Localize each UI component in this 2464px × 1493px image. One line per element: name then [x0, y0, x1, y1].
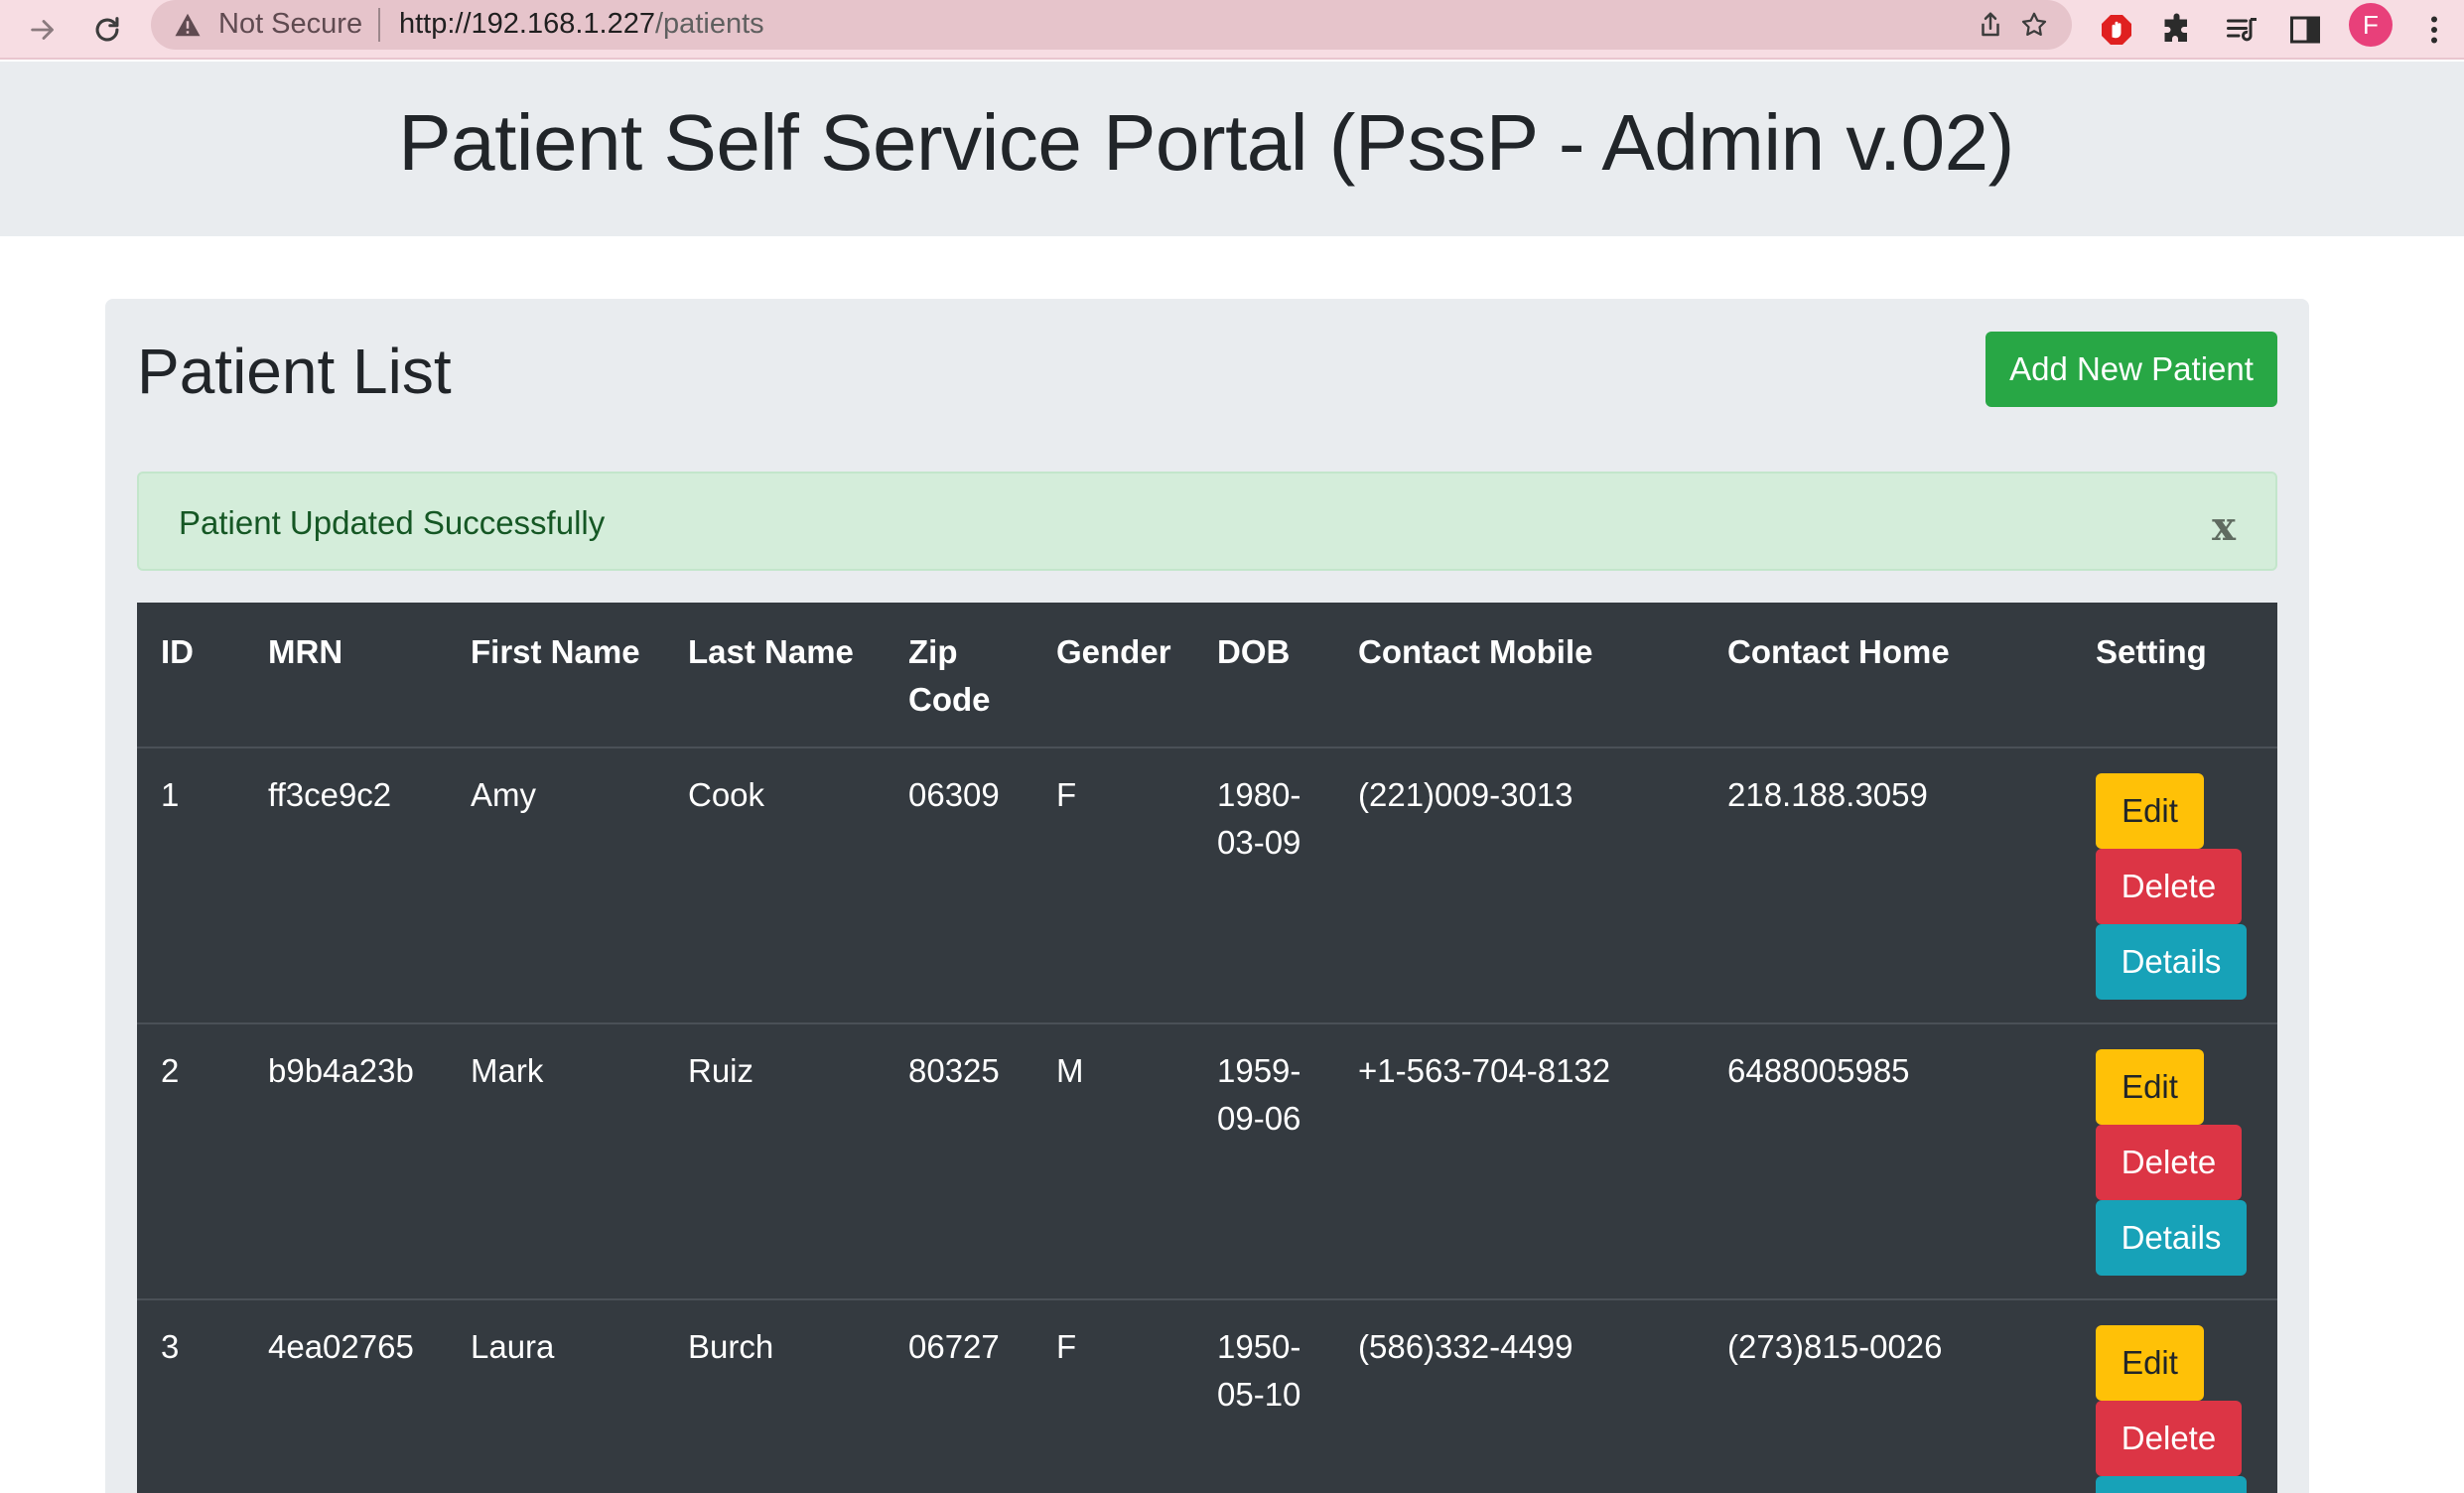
- edit-button[interactable]: Edit: [2096, 773, 2204, 849]
- reload-icon[interactable]: [83, 6, 131, 54]
- warning-icon[interactable]: [173, 10, 203, 40]
- row-divider: [137, 746, 2277, 748]
- patient-list-card: Patient List Add New Patient Patient Upd…: [105, 299, 2309, 1493]
- column-header-zip-line2: Code: [908, 681, 991, 718]
- adblock-icon[interactable]: [2093, 6, 2140, 54]
- details-button[interactable]: Details: [2096, 1200, 2247, 1276]
- cell-mrn: 4ea02765: [268, 1328, 414, 1365]
- cell-dob-line2: 03-09: [1217, 824, 1301, 861]
- cell-dob-line2: 05-10: [1217, 1376, 1301, 1413]
- cell-first-name: Laura: [471, 1328, 555, 1365]
- delete-button[interactable]: Delete: [2096, 1125, 2242, 1200]
- star-icon[interactable]: [2015, 6, 2053, 44]
- cell-contact-home: (273)815-0026: [1727, 1328, 1943, 1365]
- cell-zip: 80325: [908, 1052, 1000, 1089]
- patients-table: ID MRN First Name Last Name Zip Code Gen…: [137, 603, 2277, 1493]
- cell-first-name: Mark: [471, 1052, 544, 1089]
- cell-id: 2: [161, 1052, 180, 1089]
- url-host: http://192.168.1.227: [399, 8, 655, 40]
- card-heading: Patient List: [137, 336, 452, 407]
- column-header-setting: Setting: [2096, 633, 2207, 670]
- edit-button[interactable]: Edit: [2096, 1049, 2204, 1125]
- column-header-last-name: Last Name: [688, 633, 854, 670]
- cell-contact-home: 218.188.3059: [1727, 776, 1928, 813]
- cell-first-name: Amy: [471, 776, 536, 813]
- cell-dob-line2: 09-06: [1217, 1100, 1301, 1137]
- share-icon[interactable]: [1972, 6, 2009, 44]
- alert-message: Patient Updated Successfully: [179, 504, 606, 541]
- column-header-gender: Gender: [1056, 633, 1171, 670]
- cell-mrn: b9b4a23b: [268, 1052, 414, 1089]
- cell-mrn: ff3ce9c2: [268, 776, 392, 813]
- alert-close-button[interactable]: x: [2212, 503, 2236, 550]
- cell-gender: F: [1056, 776, 1077, 813]
- column-header-first-name: First Name: [471, 633, 640, 670]
- page-title: Patient Self Service Portal (PssP - Admi…: [398, 98, 2014, 187]
- reading-list-icon[interactable]: [2218, 6, 2265, 54]
- security-status-label[interactable]: Not Secure: [218, 8, 362, 41]
- delete-button[interactable]: Delete: [2096, 1401, 2242, 1476]
- url-text[interactable]: http://192.168.1.227/patients: [399, 8, 764, 41]
- cell-dob-line1: 1959-: [1217, 1052, 1301, 1089]
- success-alert: Patient Updated Successfully x: [137, 472, 2277, 571]
- forward-arrow-icon[interactable]: [20, 6, 68, 54]
- column-header-mrn: MRN: [268, 633, 343, 670]
- cell-zip: 06309: [908, 776, 1000, 813]
- cell-contact-mobile: (221)009-3013: [1358, 776, 1574, 813]
- cell-dob-line1: 1950-: [1217, 1328, 1301, 1365]
- cell-gender: F: [1056, 1328, 1077, 1365]
- cell-contact-mobile: (586)332-4499: [1358, 1328, 1574, 1365]
- details-button[interactable]: Details: [2096, 1476, 2247, 1493]
- row-divider: [137, 1298, 2277, 1300]
- page-header: Patient Self Service Portal (PssP - Admi…: [0, 62, 2464, 236]
- extensions-puzzle-icon[interactable]: [2154, 6, 2202, 54]
- url-path: /patients: [655, 8, 764, 40]
- column-header-id: ID: [161, 633, 194, 670]
- omnibox-divider: [378, 8, 380, 42]
- cell-zip: 06727: [908, 1328, 1000, 1365]
- cell-contact-mobile: +1-563-704-8132: [1358, 1052, 1611, 1089]
- side-panel-icon[interactable]: [2281, 6, 2329, 54]
- kebab-menu-icon[interactable]: [2410, 6, 2458, 54]
- address-bar[interactable]: Not Secure http://192.168.1.227/patients: [151, 0, 2072, 50]
- cell-id: 3: [161, 1328, 180, 1365]
- edit-button[interactable]: Edit: [2096, 1325, 2204, 1401]
- cell-id: 1: [161, 776, 180, 813]
- cell-last-name: Ruiz: [688, 1052, 754, 1089]
- add-new-patient-button[interactable]: Add New Patient: [1985, 332, 2277, 407]
- cell-last-name: Cook: [688, 776, 765, 813]
- row-divider: [137, 1022, 2277, 1024]
- cell-dob-line1: 1980-: [1217, 776, 1301, 813]
- cell-gender: M: [1056, 1052, 1084, 1089]
- details-button[interactable]: Details: [2096, 924, 2247, 1000]
- column-header-contact-home: Contact Home: [1727, 633, 1950, 670]
- delete-button[interactable]: Delete: [2096, 849, 2242, 924]
- cell-last-name: Burch: [688, 1328, 774, 1365]
- column-header-dob: DOB: [1217, 633, 1291, 670]
- column-header-zip-line1: Zip: [908, 633, 958, 670]
- cell-contact-home: 6488005985: [1727, 1052, 1910, 1089]
- column-header-contact-mobile: Contact Mobile: [1358, 633, 1593, 670]
- profile-avatar[interactable]: F: [2349, 3, 2393, 47]
- browser-toolbar: Not Secure http://192.168.1.227/patients…: [0, 0, 2464, 60]
